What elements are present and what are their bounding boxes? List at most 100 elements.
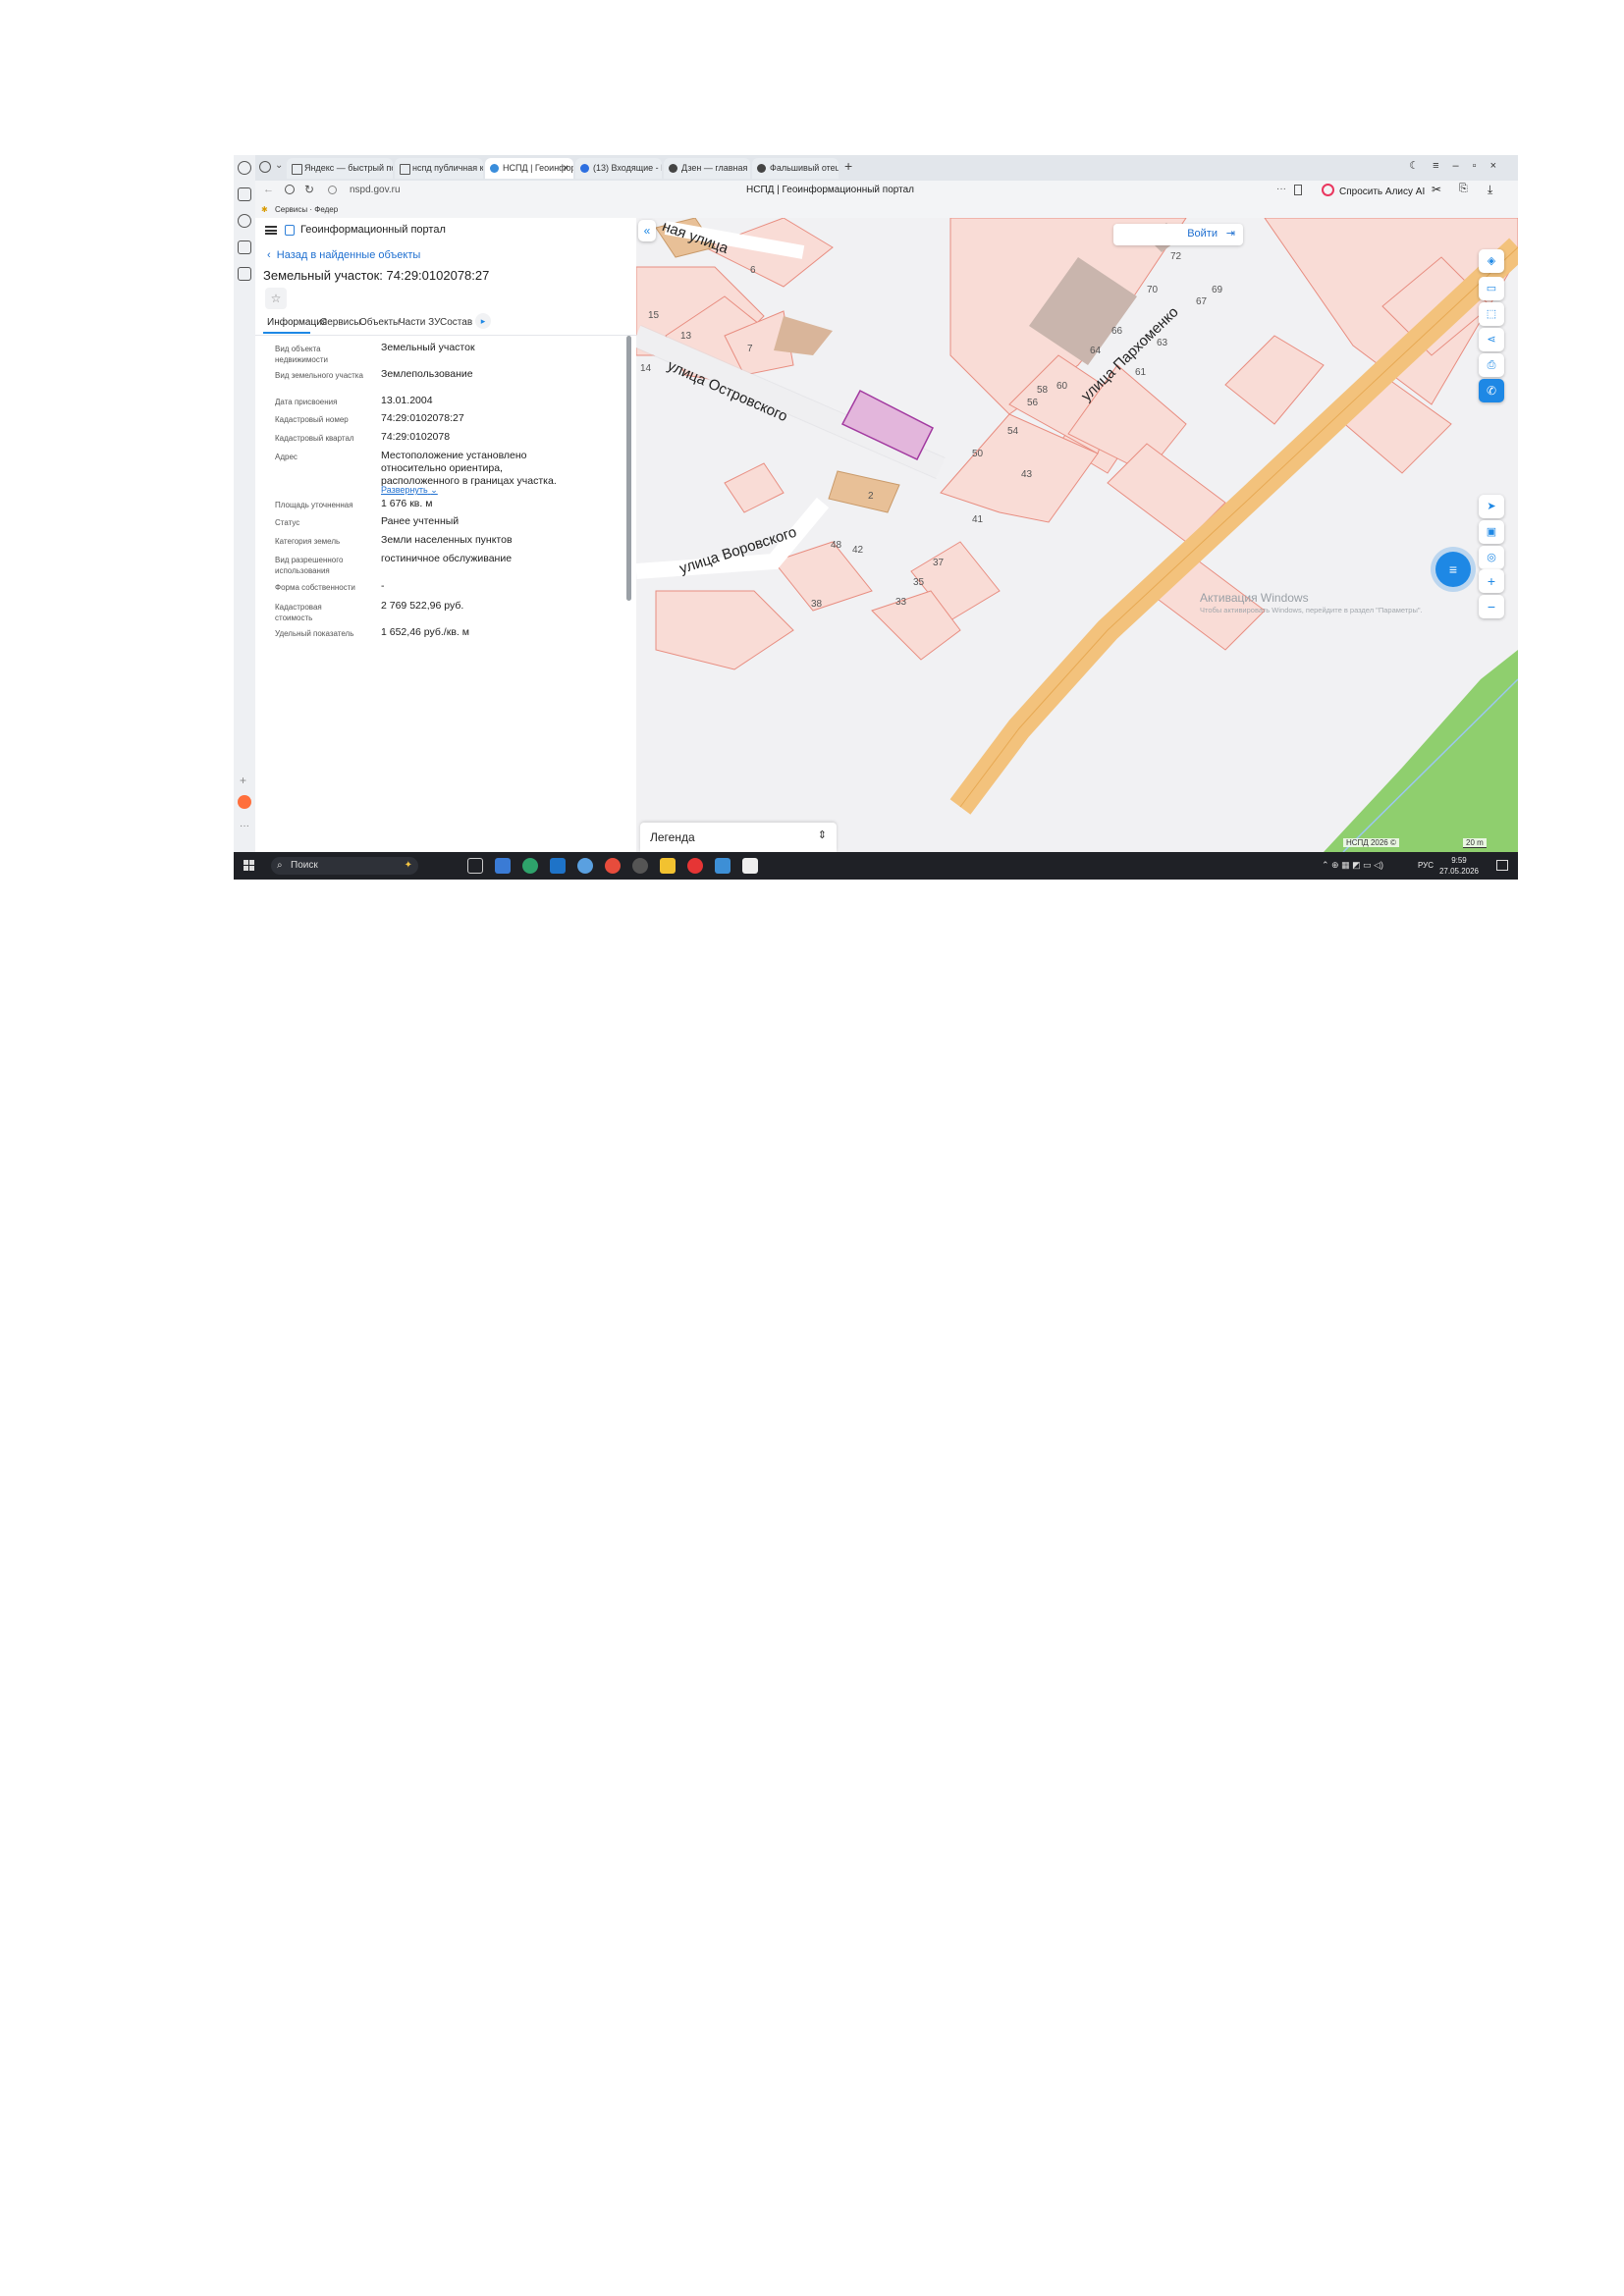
window-controls[interactable]: ☾≡–▫× (1409, 159, 1510, 172)
tab-nspd-portal[interactable]: НСПД | Геоинформацио× (485, 158, 573, 179)
counter-icon[interactable] (238, 267, 251, 281)
windows-watermark-subtitle: Чтобы активировать Windows, перейдите в … (1200, 606, 1423, 614)
tab-parts[interactable]: Части ЗУ (399, 317, 440, 328)
reload-icon[interactable]: ↻ (304, 183, 314, 196)
chevron-down-icon[interactable]: ⌄ (275, 160, 283, 171)
tab-services[interactable]: Сервисы (320, 317, 360, 328)
row-value: 13.01.2004 (381, 395, 433, 406)
house-number: 2 (868, 491, 874, 502)
building (774, 316, 833, 355)
geolocation-icon[interactable]: ➤ (1479, 495, 1504, 518)
chat-icon[interactable]: ≡ (1435, 552, 1471, 587)
object-title: Земельный участок: 74:29:0102078:27 (263, 268, 490, 283)
yandex-browser-icon[interactable] (687, 858, 703, 874)
more-icon[interactable]: ··· (240, 821, 249, 831)
map-view[interactable]: улица Островского улица Воровского улица… (636, 218, 1518, 852)
layers-icon[interactable]: ◈ (1479, 249, 1504, 273)
row-value: Земельный участок (381, 342, 475, 353)
house-number: 6 (750, 265, 756, 276)
play-icon[interactable] (238, 214, 251, 228)
house-number: 42 (852, 545, 864, 556)
row-value: 74:29:0102078 (381, 431, 451, 443)
extensions-icon[interactable]: ✂ (1432, 183, 1441, 196)
tab-composition[interactable]: Состав (440, 317, 472, 328)
task-view-icon[interactable] (467, 858, 483, 874)
share-icon[interactable]: ⋖ (1479, 328, 1504, 351)
menu-icon[interactable] (265, 226, 277, 235)
help-icon[interactable]: ✆ (1479, 379, 1504, 402)
mail-app-icon[interactable] (495, 858, 511, 874)
history-icon[interactable] (238, 161, 251, 175)
alisa-button[interactable]: Спросить Алису AI (1322, 184, 1425, 197)
chrome-icon[interactable] (605, 858, 621, 874)
tab-information[interactable]: Информация (267, 317, 327, 328)
tabs-next-icon[interactable]: ▸ (475, 313, 491, 329)
tray-icons[interactable]: ⌃ ⊕ ▦ ◩ ▭ ◁) (1322, 860, 1383, 871)
select-area-icon[interactable]: ⬚ (1479, 302, 1504, 326)
login-button[interactable]: Войти ⇥ (1113, 224, 1243, 245)
zoom-out-icon[interactable]: − (1479, 595, 1504, 618)
outlook-icon[interactable] (550, 858, 566, 874)
panel-scrollbar[interactable] (626, 336, 631, 601)
add-icon[interactable]: + (240, 774, 246, 787)
bookmark-icon[interactable] (1294, 185, 1302, 195)
search-icon: ⌕ (277, 860, 283, 871)
basemap-icon[interactable]: ◎ (1479, 546, 1504, 569)
windows-start-icon[interactable] (244, 860, 255, 872)
tab-dzen[interactable]: Дзен — главная новостно (664, 158, 750, 179)
notifications-icon[interactable] (1496, 860, 1508, 871)
park-area (1324, 650, 1518, 852)
tab-bar: ⌄ Яндекс — быстрый поиск нспд публичная … (255, 155, 1518, 181)
print-icon[interactable]: ⎙ (1479, 353, 1504, 377)
house-number: 70 (1147, 285, 1159, 295)
app-icon[interactable] (238, 795, 251, 809)
pen-app-icon[interactable] (742, 858, 758, 874)
tab-video[interactable]: Фальшивый отец и разб (752, 158, 839, 179)
language-indicator[interactable]: РУС (1418, 861, 1434, 870)
close-icon[interactable]: × (563, 158, 568, 179)
tab-yandex[interactable]: Яндекс — быстрый поиск (287, 158, 393, 179)
file-explorer-icon[interactable] (660, 858, 676, 874)
windows-watermark-title: Активация Windows (1200, 591, 1309, 605)
row-label: Категория земель (275, 537, 341, 546)
translate-icon[interactable]: ⎘ (1459, 183, 1468, 195)
favorite-star-icon[interactable]: ☆ (265, 288, 287, 309)
house-number: 63 (1157, 338, 1168, 348)
browser-side-rail: + ··· (234, 155, 256, 852)
row-value: - (381, 580, 385, 592)
row-value: Землепользование (381, 368, 473, 380)
taskbar-search[interactable]: ⌕ Поиск ✦ (271, 857, 418, 875)
expand-link[interactable]: Развернуть ⌄ (381, 485, 438, 496)
chat-app-icon[interactable] (577, 858, 593, 874)
profile-icon[interactable] (259, 161, 271, 173)
clock[interactable]: 9:59 27.05.2026 (1439, 855, 1479, 877)
chevron-down-icon: ⌄ (430, 485, 438, 495)
zoom-in-icon[interactable]: + (1479, 569, 1504, 593)
info-panel: Геоинформационный портал ‹ Назад в найде… (255, 218, 637, 852)
minimap-icon[interactable]: ▣ (1479, 520, 1504, 544)
parcel (1224, 335, 1325, 425)
back-link[interactable]: ‹ Назад в найденные объекты (267, 249, 420, 261)
app-title: Геоинформационный портал (300, 224, 446, 236)
more-icon[interactable]: ··· (1276, 184, 1286, 194)
new-tab-icon[interactable]: + (844, 158, 852, 174)
tablet-icon[interactable] (238, 240, 251, 254)
bookmark-item[interactable]: Сервисы · Федер (275, 205, 338, 214)
tab-mail[interactable]: (13) Входящие - Почта M (575, 158, 662, 179)
ruler-icon[interactable]: ▭ (1479, 277, 1504, 300)
row-value: 1 652,46 руб./кв. м (381, 626, 469, 638)
download-icon[interactable]: ⤓ (1488, 183, 1492, 197)
protect-icon[interactable] (285, 185, 295, 194)
edge-icon[interactable] (522, 858, 538, 874)
url-field[interactable]: nspd.gov.ru (350, 185, 401, 195)
house-number: 58 (1037, 385, 1049, 396)
collapse-panel-icon[interactable]: « (638, 220, 656, 241)
legend-dropdown[interactable]: Легенда ⇕ (640, 823, 837, 852)
site-info-icon[interactable] (328, 186, 337, 194)
mail-ru-icon[interactable] (632, 858, 648, 874)
collections-icon[interactable] (238, 187, 251, 201)
remote-desktop-icon[interactable] (715, 858, 731, 874)
tab-objects[interactable]: Объекты (359, 317, 400, 328)
tab-nspd-search[interactable]: нспд публичная кадастро (395, 158, 483, 179)
back-arrow-icon[interactable]: ← (263, 184, 274, 195)
